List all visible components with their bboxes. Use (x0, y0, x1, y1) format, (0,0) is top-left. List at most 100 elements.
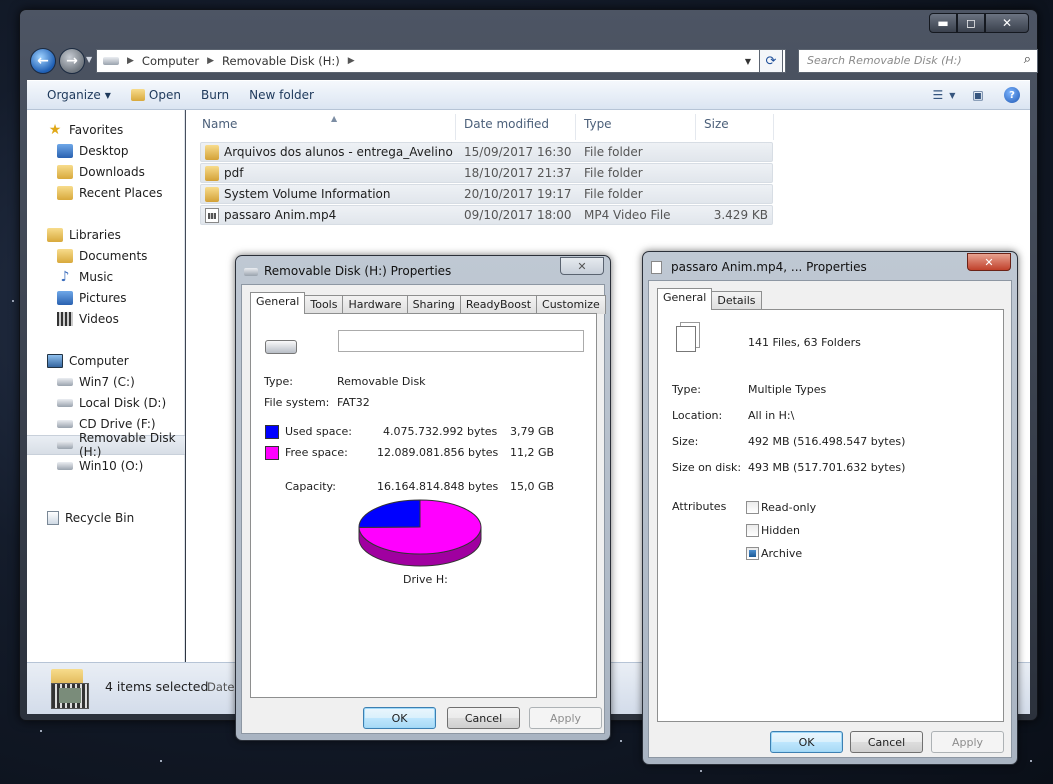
file-row[interactable]: Arquivos dos alunos - entrega_Avelino 15… (200, 142, 773, 162)
apply-button[interactable]: Apply (931, 731, 1004, 753)
tab-hardware[interactable]: Hardware (342, 295, 408, 314)
file-date: 15/09/2017 16:30 (464, 145, 572, 159)
type-label: Type: (672, 383, 701, 396)
file-date: 20/10/2017 19:17 (464, 187, 572, 201)
file-row[interactable]: System Volume Information 20/10/2017 19:… (200, 184, 773, 204)
breadcrumb-chevron-icon[interactable]: ▶ (207, 56, 214, 66)
tab-customize[interactable]: Customize (536, 295, 606, 314)
nav-label: Recent Places (79, 186, 163, 200)
nav-favorites[interactable]: ★ Favorites (47, 120, 205, 140)
organize-button[interactable]: Organize ▼ (37, 83, 121, 107)
help-button[interactable]: ? (1000, 84, 1024, 106)
location-value: All in H:\ (748, 409, 795, 422)
removable-drive-icon (57, 441, 73, 449)
separator (671, 482, 989, 483)
column-header-date[interactable]: Date modified (458, 114, 576, 140)
nav-removable-disk[interactable]: Removable Disk (H:) (27, 431, 185, 459)
nav-label: Music (79, 270, 114, 284)
file-date: 18/10/2017 21:37 (464, 166, 572, 180)
nav-label: Desktop (79, 144, 129, 158)
new-folder-label: New folder (249, 88, 314, 102)
attributes-label: Attributes (672, 500, 727, 513)
nav-libraries[interactable]: Libraries (47, 225, 205, 245)
search-input[interactable]: Search Removable Disk (H:) ⌕ (798, 49, 1038, 73)
nav-label: Videos (79, 312, 119, 326)
change-view-button[interactable]: ☰ ▼ (932, 84, 956, 106)
volume-label-input[interactable] (338, 330, 584, 352)
preview-pane-button[interactable]: ▣ (966, 84, 990, 106)
general-tab-pane: Type: Removable Disk File system: FAT32 … (250, 313, 597, 698)
recent-places-icon (57, 186, 73, 200)
tab-readyboost[interactable]: ReadyBoost (459, 295, 538, 314)
drive-label: Drive H: (403, 573, 448, 586)
back-button[interactable]: ← (30, 48, 56, 74)
navigation-bar: ← → ▼ ▶ Computer ▶ Removable Disk (H:) ▶… (28, 46, 1038, 76)
close-button[interactable]: ✕ (985, 13, 1029, 33)
column-header-name[interactable]: ▲ Name (196, 114, 456, 140)
minimize-button[interactable]: ▬ (929, 13, 957, 33)
tab-general[interactable]: General (657, 288, 713, 310)
search-icon[interactable]: ⌕ (1024, 52, 1031, 67)
forward-button[interactable]: → (59, 48, 85, 74)
burn-label: Burn (200, 88, 230, 102)
nav-label: Documents (79, 249, 148, 263)
address-dropdown-icon[interactable]: ▼ (745, 57, 751, 66)
open-button[interactable]: Open (121, 83, 191, 107)
recent-pages-dropdown-icon[interactable]: ▼ (86, 55, 92, 64)
close-button[interactable]: ✕ (967, 253, 1011, 271)
file-system-label: File system: (264, 396, 330, 409)
hidden-checkbox[interactable] (746, 524, 759, 537)
size-on-disk-label: Size on disk: (672, 461, 742, 474)
file-type: File folder (584, 166, 643, 180)
column-header-type[interactable]: Type (578, 114, 696, 140)
breadcrumb-chevron-icon[interactable]: ▶ (348, 56, 355, 66)
location-label: Location: (672, 409, 723, 422)
nav-label: Pictures (79, 291, 127, 305)
file-row[interactable]: passaro Anim.mp4 09/10/2017 18:00 MP4 Vi… (200, 205, 773, 225)
archive-checkbox[interactable] (746, 547, 759, 560)
nav-label: CD Drive (F:) (79, 417, 156, 431)
selection-thumbnail-icon (47, 667, 91, 711)
downloads-icon (57, 165, 73, 179)
dialog-client: General Details 141 Files, 63 Folders Ty… (648, 280, 1012, 758)
file-name: System Volume Information (224, 187, 391, 201)
breadcrumb-removable-disk[interactable]: Removable Disk (H:) (222, 54, 340, 68)
tab-sharing[interactable]: Sharing (406, 295, 461, 314)
close-button[interactable]: ✕ (560, 257, 604, 275)
breadcrumb-chevron-icon[interactable]: ▶ (127, 56, 134, 66)
nav-label: Downloads (79, 165, 145, 179)
maximize-button[interactable]: ◻ (957, 13, 985, 33)
file-name: pdf (224, 166, 244, 180)
nav-label: Win7 (C:) (79, 375, 135, 389)
ok-button[interactable]: OK (770, 731, 843, 753)
burn-button[interactable]: Burn (191, 83, 239, 107)
pictures-icon (57, 291, 73, 305)
new-folder-button[interactable]: New folder (239, 83, 324, 107)
column-header-size[interactable]: Size (698, 114, 774, 140)
cancel-button[interactable]: Cancel (850, 731, 923, 753)
nav-label: Libraries (69, 228, 121, 242)
ok-button[interactable]: OK (363, 707, 436, 729)
desktop-icon (57, 144, 73, 158)
help-icon: ? (1004, 87, 1020, 103)
nav-recycle-bin[interactable]: Recycle Bin (47, 508, 205, 528)
cancel-button[interactable]: Cancel (447, 707, 520, 729)
tab-general[interactable]: General (250, 292, 306, 314)
column-label: Size (704, 117, 729, 131)
apply-button[interactable]: Apply (529, 707, 602, 729)
selection-count: 4 items selected (105, 679, 209, 694)
file-name: Arquivos dos alunos - entrega_Avelino (224, 145, 453, 159)
address-bar[interactable]: ▶ Computer ▶ Removable Disk (H:) ▶ ▼ (96, 49, 786, 73)
file-name: passaro Anim.mp4 (224, 208, 337, 222)
file-row[interactable]: pdf 18/10/2017 21:37 File folder (200, 163, 773, 183)
tab-details[interactable]: Details (711, 291, 762, 310)
nav-computer[interactable]: Computer (47, 351, 205, 371)
readonly-checkbox[interactable] (746, 501, 759, 514)
breadcrumb-computer[interactable]: Computer (142, 54, 199, 68)
nav-label: Computer (69, 354, 129, 368)
drive-icon (244, 268, 258, 276)
video-file-icon (205, 208, 219, 223)
refresh-button[interactable]: ⟳ (759, 49, 783, 73)
size-label: Size: (672, 435, 699, 448)
tab-tools[interactable]: Tools (304, 295, 344, 314)
